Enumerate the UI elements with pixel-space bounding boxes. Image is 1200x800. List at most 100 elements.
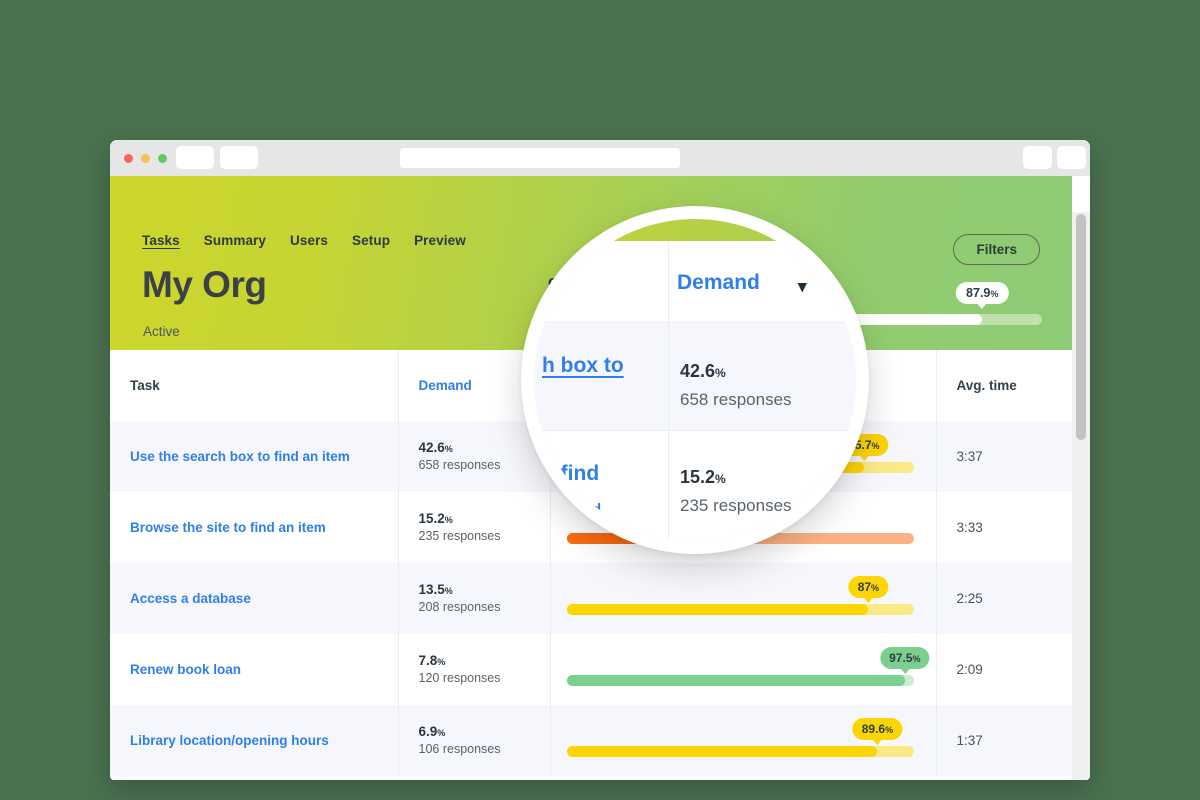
progress-bar: 87%: [566, 575, 914, 622]
demand-percent: 7.8%: [419, 652, 549, 670]
demand-percent-value: 42.6: [418, 439, 445, 455]
magnifier-demand-label-small: Demand: [542, 501, 602, 518]
responses-count: 208 responses: [418, 600, 501, 615]
minimize-window-icon[interactable]: [141, 154, 150, 163]
percent-sign: %: [871, 582, 880, 593]
primary-nav: Tasks Summary Users Setup Preview: [142, 233, 466, 248]
magnifier-pct-value-2: 15.2: [680, 467, 716, 487]
demand-percent: 13.5%: [419, 581, 549, 599]
browser-toolbar-button-2[interactable]: [1057, 146, 1086, 169]
avg-time-cell: 1:37: [935, 705, 1072, 776]
task-link[interactable]: Library location/opening hours: [110, 705, 398, 776]
magnifier-responses-1: 658 responses: [680, 390, 792, 409]
magnifier-lens: Demand ▾ h box to 42.6% 658 responses o …: [534, 219, 856, 541]
completion-rate-value: 87.9: [966, 286, 991, 300]
responses-count: 106 responses: [418, 742, 501, 757]
progress-fill: [566, 745, 878, 757]
magnifier-column-divider: [668, 241, 669, 541]
progress-badge: 89.6%: [852, 717, 903, 745]
demand-cell: 15.2% 235 responses: [397, 492, 550, 563]
browser-tab-1[interactable]: [176, 146, 214, 169]
responses-count: 235 responses: [418, 529, 501, 544]
browser-tab-2[interactable]: [220, 146, 258, 169]
percent-sign: %: [912, 653, 921, 664]
page-title: My Org: [142, 264, 267, 305]
chevron-down-icon[interactable]: ▾: [798, 277, 807, 297]
percent-sign: %: [990, 289, 999, 299]
demand-cell: 6.9% 106 responses: [397, 705, 550, 776]
task-link[interactable]: Use the search box to find an item: [110, 421, 398, 492]
browser-titlebar: [110, 140, 1090, 176]
demand-percent: 6.9%: [419, 723, 549, 741]
avg-time-cell: 2:25: [935, 563, 1072, 634]
progress-bar: 97.5%: [566, 646, 930, 693]
progress-badge-value: 97.5: [889, 650, 913, 665]
completion-rate-cell: 97.5%: [549, 634, 936, 705]
magnifier-responses-2: 235 responses: [680, 496, 792, 515]
percent-sign: %: [871, 440, 880, 451]
magnifier-loupe: Demand ▾ h box to 42.6% 658 responses o …: [521, 206, 869, 554]
maximize-window-icon[interactable]: [158, 154, 167, 163]
progress-badge-value: 87: [857, 579, 872, 594]
demand-percent-value: 6.9: [418, 723, 438, 739]
magnifier-demand-pct-2: 15.2%: [680, 467, 726, 488]
close-window-icon[interactable]: [124, 154, 133, 163]
magnifier-task-2[interactable]: o find: [542, 462, 599, 486]
browser-toolbar-button-1[interactable]: [1023, 146, 1052, 169]
progress-badge: 87%: [848, 575, 889, 603]
nav-item-preview[interactable]: Preview: [414, 233, 466, 248]
task-link[interactable]: Browse the site to find an item: [110, 492, 398, 563]
progress-fill: [566, 603, 869, 615]
magnifier-demand-header[interactable]: Demand: [677, 271, 760, 295]
scrollbar-thumb[interactable]: [1076, 214, 1086, 440]
avg-time-cell: 2:09: [935, 634, 1072, 705]
percent-sign: %: [444, 585, 453, 596]
percent-sign: %: [437, 727, 446, 738]
address-bar[interactable]: [400, 148, 680, 168]
magnifier-content: Demand ▾ h box to 42.6% 658 responses o …: [534, 219, 856, 541]
demand-percent-value: 13.5: [418, 581, 445, 597]
task-link[interactable]: Renew book loan: [110, 634, 398, 705]
progress-badge-value: 89.6: [861, 721, 886, 736]
demand-percent-value: 15.2: [418, 510, 445, 526]
filters-button[interactable]: Filters: [953, 234, 1040, 265]
completion-rate-badge: 87.9%: [956, 282, 1009, 309]
browser-window: Tasks Summary Users Setup Preview My Org…: [110, 140, 1090, 780]
nav-item-setup[interactable]: Setup: [352, 233, 390, 248]
magnifier-demand-pct-1: 42.6%: [680, 361, 726, 382]
table-row: Renew book loan 7.8% 120 responses 97.5% 2:0…: [110, 634, 1072, 705]
table-row: Access a database 13.5% 208 responses 87% 2:…: [110, 563, 1072, 634]
responses-count: 658 responses: [418, 458, 501, 473]
magnifier-hero-strip: [534, 219, 856, 241]
nav-item-tasks[interactable]: Tasks: [142, 233, 180, 248]
completion-rate-cell: 89.6%: [549, 705, 936, 776]
table-row: Library location/opening hours 6.9% 106 re…: [110, 705, 1072, 776]
progress-fill: [566, 674, 905, 686]
column-header-task[interactable]: Task: [110, 350, 398, 421]
percent-sign: %: [437, 656, 446, 667]
magnifier-pct-value-1: 42.6: [680, 361, 716, 381]
magnifier-row-divider-2: [534, 430, 856, 431]
avg-time-cell: 3:33: [935, 492, 1072, 563]
demand-cell: 42.6% 658 responses: [397, 421, 550, 492]
nav-item-summary[interactable]: Summary: [204, 233, 266, 248]
responses-count: 120 responses: [418, 671, 501, 686]
magnifier-task-1[interactable]: h box to: [542, 354, 624, 378]
percent-sign: %: [715, 366, 726, 380]
progress-bar: 89.6%: [566, 717, 914, 764]
demand-cell: 7.8% 120 responses: [397, 634, 550, 705]
avg-time-cell: 3:37: [935, 421, 1072, 492]
progress-badge: 97.5%: [880, 646, 930, 674]
percent-sign: %: [444, 443, 453, 454]
percent-sign: %: [444, 514, 453, 525]
status-badge: Active: [143, 324, 180, 339]
demand-percent-value: 7.8: [418, 652, 438, 668]
nav-item-users[interactable]: Users: [290, 233, 328, 248]
percent-sign: %: [715, 472, 726, 486]
magnifier-row-divider-1: [534, 322, 856, 323]
demand-percent: 15.2%: [419, 510, 549, 528]
task-link[interactable]: Access a database: [110, 563, 398, 634]
column-header-avg-time[interactable]: Avg. time: [935, 350, 1072, 421]
vertical-scrollbar[interactable]: [1072, 212, 1090, 780]
completion-rate-cell: 87%: [549, 563, 936, 634]
